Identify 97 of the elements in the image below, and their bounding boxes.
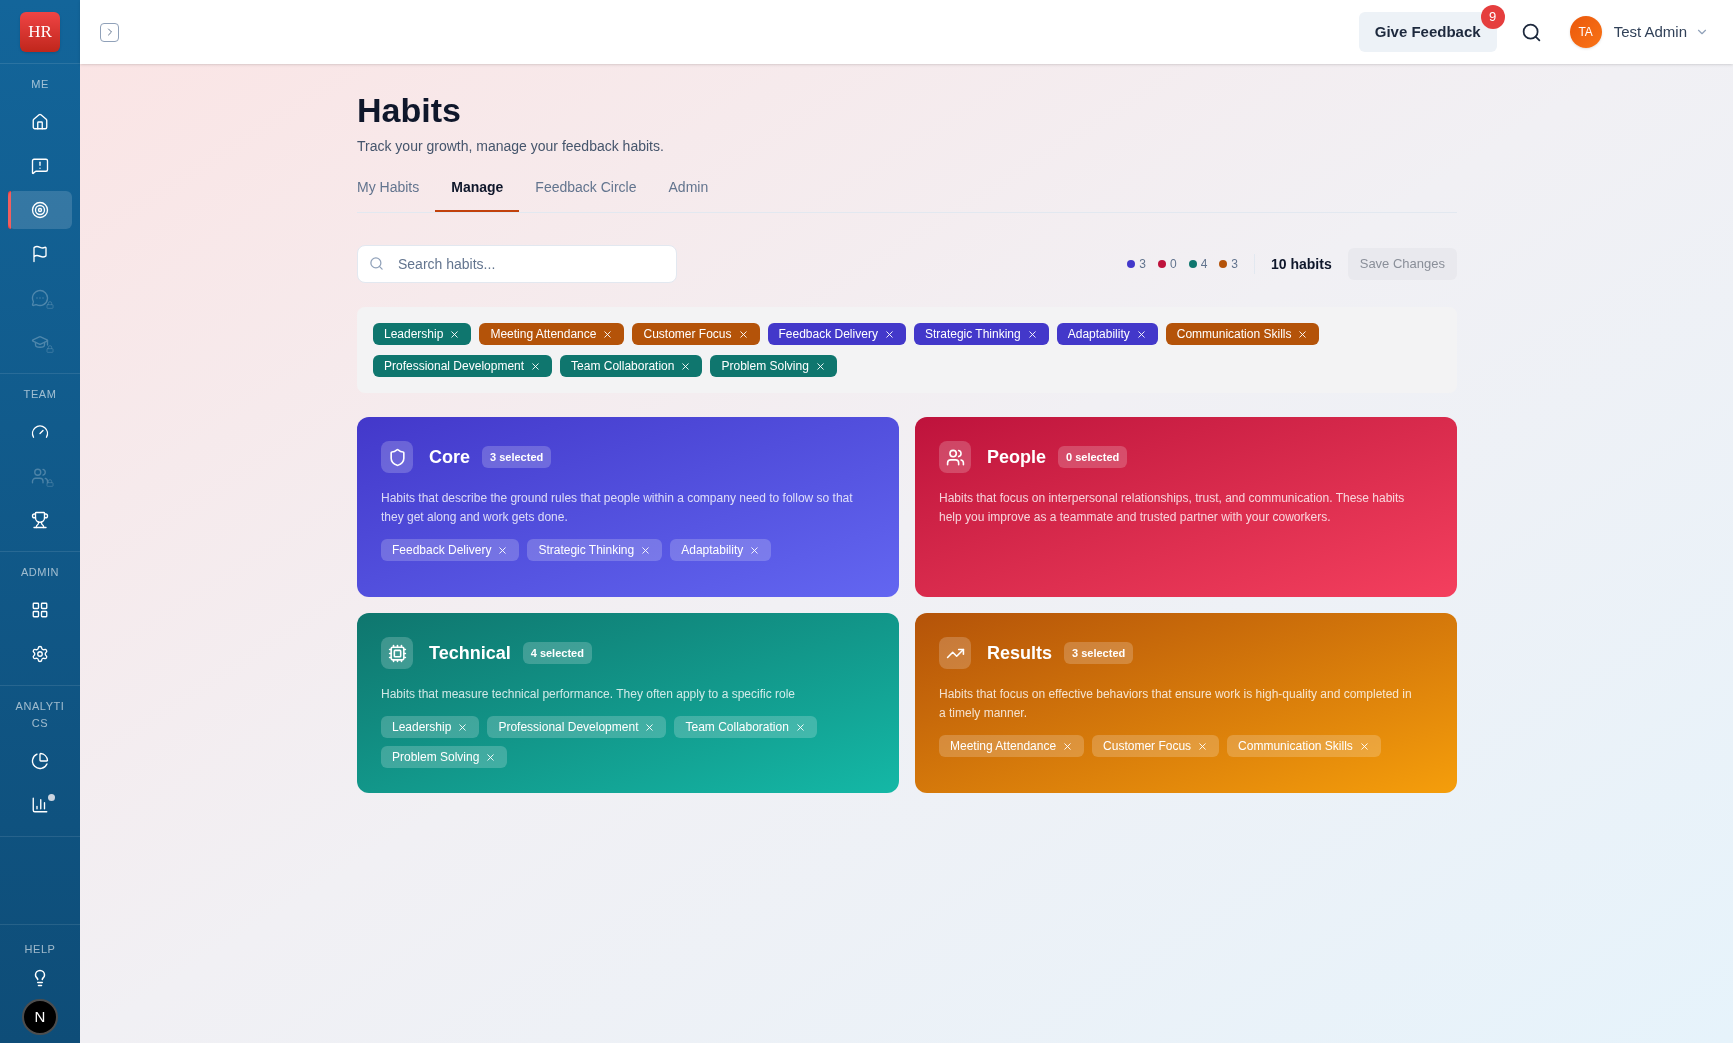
card-title: Results bbox=[987, 641, 1053, 665]
section-label: TEAM bbox=[22, 387, 58, 402]
logo[interactable]: HR bbox=[20, 11, 60, 52]
remove-icon bbox=[644, 721, 656, 733]
habit-tag[interactable]: Professional Development bbox=[487, 716, 667, 738]
habit-tag[interactable]: Adaptability bbox=[670, 539, 772, 561]
grid-icon bbox=[31, 601, 49, 619]
flag-icon bbox=[31, 245, 49, 263]
card-title: Technical bbox=[429, 641, 511, 665]
graduation-cap-icon bbox=[31, 333, 49, 351]
search-field[interactable]: Search habits... bbox=[357, 245, 677, 283]
category-count: 0 bbox=[1169, 256, 1177, 273]
selected-count: 0 selected bbox=[1058, 446, 1128, 468]
habit-tag[interactable]: Problem Solving bbox=[710, 355, 837, 377]
search-icon bbox=[369, 256, 384, 271]
lock-icon bbox=[46, 479, 54, 487]
user-avatar[interactable]: TA bbox=[1569, 16, 1602, 48]
remove-icon bbox=[1062, 740, 1074, 752]
remove-icon bbox=[737, 328, 749, 340]
card-description: Habits that describe the ground rules that people within a company need to follow so that they get along and work gets done. bbox=[381, 490, 854, 526]
tab[interactable]: Feedback Circle bbox=[519, 173, 653, 212]
people-icon bbox=[939, 441, 971, 473]
habit-tag[interactable]: Team Collaboration bbox=[674, 716, 817, 738]
tab[interactable]: My Habits bbox=[357, 173, 436, 212]
page-title: Habits bbox=[357, 90, 462, 131]
chat-bubble-icon bbox=[31, 289, 49, 307]
target-icon bbox=[31, 201, 49, 219]
habit-count: 10 habits bbox=[1271, 254, 1332, 274]
shield-icon bbox=[381, 441, 413, 473]
remove-icon bbox=[814, 360, 826, 372]
page-subtitle: Track your growth, manage your feedback habits. bbox=[357, 137, 665, 156]
remove-icon bbox=[1135, 328, 1147, 340]
message-alert-icon bbox=[31, 157, 49, 175]
remove-icon bbox=[794, 721, 806, 733]
lock-icon bbox=[46, 345, 54, 353]
bar-chart-icon bbox=[31, 796, 49, 814]
settings-icon bbox=[31, 645, 49, 663]
habit-tag[interactable]: Problem Solving bbox=[381, 746, 508, 768]
remove-icon bbox=[602, 328, 614, 340]
nav-item[interactable] bbox=[8, 191, 72, 229]
card-description: Habits that focus on interpersonal relationships, trust, and communication. These habits help you improve as a teammate and trusted partner with your coworkers. bbox=[939, 490, 1406, 526]
habit-tag[interactable]: Professional Development bbox=[373, 355, 553, 377]
remove-icon bbox=[497, 544, 509, 556]
card-description: Habits that focus on effective behaviors that ensure work is high-quality and completed in a timely manner. bbox=[939, 686, 1413, 722]
habit-tag[interactable]: Team Collaboration bbox=[560, 355, 703, 377]
users-icon bbox=[31, 467, 49, 485]
tab[interactable]: Admin bbox=[652, 173, 725, 212]
habit-tag[interactable]: Strategic Thinking bbox=[527, 539, 663, 561]
remove-icon bbox=[640, 544, 652, 556]
habit-tag[interactable]: Adaptability bbox=[1056, 323, 1158, 345]
category-count: 3 bbox=[1231, 256, 1238, 273]
remove-icon bbox=[680, 360, 692, 372]
habit-tag[interactable]: Meeting Attendance bbox=[939, 735, 1085, 757]
chip-icon bbox=[381, 637, 413, 669]
remove-icon bbox=[457, 721, 469, 733]
user-avatar[interactable]: N bbox=[22, 999, 58, 1035]
remove-icon bbox=[1026, 328, 1038, 340]
habit-tag[interactable]: Customer Focus bbox=[632, 323, 760, 345]
category-count: 3 bbox=[1139, 256, 1146, 273]
remove-icon bbox=[530, 360, 542, 372]
habit-tag[interactable]: Leadership bbox=[381, 716, 480, 738]
habit-tag[interactable]: Meeting Attendance bbox=[479, 323, 625, 345]
category-count: 4 bbox=[1200, 256, 1208, 273]
selected-count: 4 selected bbox=[522, 642, 592, 664]
section-label: HELP bbox=[24, 941, 56, 957]
remove-icon bbox=[1358, 740, 1370, 752]
card-title: Core bbox=[429, 445, 470, 469]
remove-icon bbox=[749, 544, 761, 556]
habit-tag[interactable]: Strategic Thinking bbox=[913, 323, 1049, 345]
habit-tag[interactable]: Leadership bbox=[373, 323, 472, 345]
remove-icon bbox=[1297, 328, 1309, 340]
section-label: ADMIN bbox=[19, 565, 61, 580]
habit-tag[interactable]: Feedback Delivery bbox=[381, 539, 520, 561]
remove-icon bbox=[449, 328, 461, 340]
search-icon bbox=[1520, 21, 1542, 43]
card-description: Habits that measure technical performance. They often apply to a specific role bbox=[381, 686, 796, 703]
habit-tag[interactable]: Feedback Delivery bbox=[767, 323, 906, 345]
remove-icon bbox=[485, 751, 497, 763]
remove-icon bbox=[883, 328, 895, 340]
pie-chart-icon bbox=[31, 752, 49, 770]
section-label: ANALYTICS bbox=[14, 699, 66, 731]
home-icon bbox=[31, 113, 49, 131]
user-name[interactable]: Test Admin bbox=[1613, 20, 1687, 44]
tab[interactable]: Manage bbox=[435, 173, 520, 212]
habit-tag[interactable]: Customer Focus bbox=[1092, 735, 1220, 757]
notification-badge: 9 bbox=[1480, 5, 1505, 29]
gauge-icon bbox=[31, 423, 49, 441]
habit-tag[interactable]: Communication Skills bbox=[1165, 323, 1320, 345]
trend-up-icon bbox=[939, 637, 971, 669]
section-label: ME bbox=[30, 77, 50, 92]
expand-sidebar-button[interactable] bbox=[100, 22, 119, 42]
trophy-icon bbox=[31, 511, 49, 529]
selected-count: 3 selected bbox=[1064, 642, 1134, 664]
selected-count: 3 selected bbox=[482, 446, 552, 468]
lock-icon bbox=[46, 301, 54, 309]
card-title: People bbox=[987, 445, 1047, 469]
remove-icon bbox=[1197, 740, 1209, 752]
